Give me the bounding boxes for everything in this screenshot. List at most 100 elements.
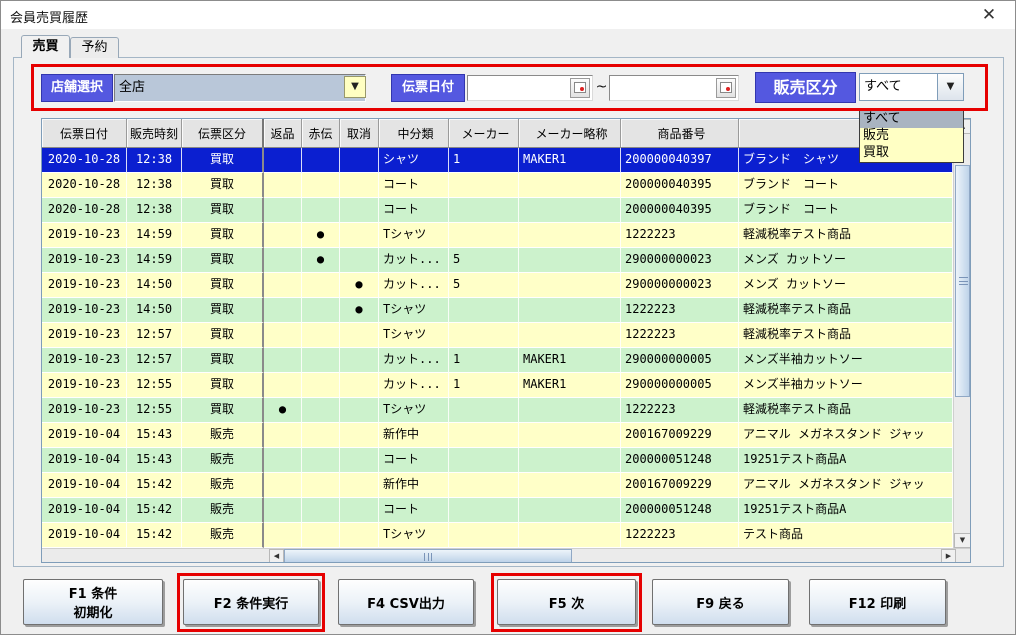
cell-return [264,148,302,173]
column-header-maker-abbr[interactable]: メーカー略称 [519,119,621,148]
table-row[interactable]: 2019-10-2314:59買取●Tシャツ1222223軽減税率テスト商品 [42,223,953,248]
cell-type: 買取 [182,398,264,423]
column-header-time[interactable]: 販売時刻 [127,119,182,148]
tab-baibai[interactable]: 売買 [21,35,70,58]
cell-item-name: アニマル メガネスタンド ジャッ [739,423,953,448]
cell-category: Tシャツ [379,223,449,248]
table-row[interactable]: 2020-10-2812:38買取コート200000040395ブランド コート [42,198,953,223]
cell-cancel [340,473,379,498]
table-row[interactable]: 2019-10-2312:57買取Tシャツ1222223軽減税率テスト商品 [42,323,953,348]
cell-date: 2019-10-23 [42,223,127,248]
cell-maker-abbr [519,423,621,448]
cell-maker-abbr [519,498,621,523]
cell-type: 買取 [182,348,264,373]
cell-cancel [340,348,379,373]
table-row[interactable]: 2019-10-2314:59買取●カット...5290000000023メンズ… [42,248,953,273]
horizontal-scrollbar-thumb[interactable] [284,549,572,563]
cell-type: 買取 [182,198,264,223]
cell-time: 15:42 [127,523,182,548]
table-row[interactable]: 2019-10-2312:55買取●Tシャツ1222223軽減税率テスト商品 [42,398,953,423]
cell-date: 2019-10-23 [42,248,127,273]
store-select-combo[interactable]: 全店 [114,74,366,102]
cell-item-name: メンズ半袖カットソー [739,373,953,398]
cell-return [264,448,302,473]
cell-date: 2019-10-04 [42,448,127,473]
dropdown-option-kaitori[interactable]: 買取 [860,145,963,162]
vertical-scrollbar-thumb[interactable] [955,165,970,397]
table-row[interactable]: 2019-10-2314:50買取●カット...5290000000023メンズ… [42,273,953,298]
table-row[interactable]: 2019-10-2312:55買取カット...1MAKER12900000000… [42,373,953,398]
column-header-category[interactable]: 中分類 [379,119,449,148]
cell-cancel [340,398,379,423]
cell-date: 2019-10-23 [42,273,127,298]
cell-category: Tシャツ [379,523,449,548]
scroll-left-icon[interactable]: ◀ [269,549,284,563]
column-header-return[interactable]: 返品 [264,119,302,148]
table-row[interactable]: 2019-10-0415:43販売コート20000005124819251テスト… [42,448,953,473]
table-row[interactable]: 2019-10-0415:42販売新作中200167009229アニマル メガネ… [42,473,953,498]
table-row[interactable]: 2019-10-2312:57買取カット...1MAKER12900000000… [42,348,953,373]
table-row[interactable]: 2019-10-0415:42販売Tシャツ1222223テスト商品 [42,523,953,548]
cell-red-slip: ● [302,248,340,273]
column-header-red-slip[interactable]: 赤伝 [302,119,340,148]
close-icon[interactable]: ✕ [975,3,1003,27]
store-combo-arrow-icon[interactable]: ▼ [344,76,366,98]
cell-maker-abbr: MAKER1 [519,148,621,173]
cell-category: 新作中 [379,423,449,448]
calendar-icon[interactable] [716,78,736,98]
cell-type: 販売 [182,523,264,548]
cell-type: 買取 [182,223,264,248]
calendar-icon[interactable] [570,78,590,98]
cell-maker [449,498,519,523]
scroll-down-icon[interactable]: ▼ [954,533,971,548]
cell-type: 販売 [182,423,264,448]
table-row[interactable]: 2019-10-0415:43販売新作中200167009229アニマル メガネ… [42,423,953,448]
f2-execute-conditions-button[interactable]: F2 条件実行 [183,579,319,625]
dropdown-option-subete[interactable]: すべて [860,111,963,128]
column-header-date[interactable]: 伝票日付 [42,119,127,148]
f4-csv-export-button[interactable]: F4 CSV出力 [338,579,474,625]
cell-maker-abbr [519,398,621,423]
cell-item-name: テスト商品 [739,523,953,548]
cell-category: カット... [379,248,449,273]
table-row[interactable]: 2019-10-0415:42販売コート20000005124819251テスト… [42,498,953,523]
table-row[interactable]: 2019-10-2314:50買取●Tシャツ1222223軽減税率テスト商品 [42,298,953,323]
f5-next-button[interactable]: F5 次 [497,579,636,625]
cell-category: コート [379,448,449,473]
table-row[interactable]: 2020-10-2812:38買取シャツ1MAKER1200000040397ブ… [42,148,953,173]
cell-category: カット... [379,373,449,398]
cell-cancel: ● [340,298,379,323]
dropdown-option-hanbai[interactable]: 販売 [860,128,963,145]
f12-print-button[interactable]: F12 印刷 [809,579,946,625]
sales-combo-arrow-icon[interactable]: ▼ [937,73,964,101]
scroll-right-icon[interactable]: ▶ [941,549,956,563]
date-range-separator: ~ [594,79,609,95]
store-select-label: 店舗選択 [41,74,113,102]
cell-red-slip [302,398,340,423]
vertical-scrollbar[interactable]: ▲ ▼ [953,119,970,548]
scrollbar-grip [424,553,432,561]
cell-time: 12:55 [127,373,182,398]
f9-back-button[interactable]: F9 戻る [652,579,789,625]
cell-maker [449,173,519,198]
f1-init-conditions-button[interactable]: F1 条件 初期化 [23,579,163,625]
cell-item-no: 1222223 [621,298,739,323]
cell-date: 2019-10-04 [42,423,127,448]
tab-yoyaku[interactable]: 予約 [70,37,119,58]
cell-category: カット... [379,348,449,373]
cell-return [264,273,302,298]
column-header-maker[interactable]: メーカー [449,119,519,148]
column-header-cancel[interactable]: 取消 [340,119,379,148]
cell-item-name: ブランド コート [739,173,953,198]
cell-type: 買取 [182,248,264,273]
cell-date: 2019-10-23 [42,298,127,323]
cell-category: Tシャツ [379,298,449,323]
cell-time: 14:59 [127,248,182,273]
column-header-item-no[interactable]: 商品番号 [621,119,739,148]
sales-type-combo[interactable]: すべて [859,73,938,101]
horizontal-scrollbar[interactable]: ◀ ▶ [42,548,970,563]
cell-category: コート [379,498,449,523]
table-row[interactable]: 2020-10-2812:38買取コート200000040395ブランド コート [42,173,953,198]
column-header-type[interactable]: 伝票区分 [182,119,264,148]
slip-date-label: 伝票日付 [391,74,465,102]
